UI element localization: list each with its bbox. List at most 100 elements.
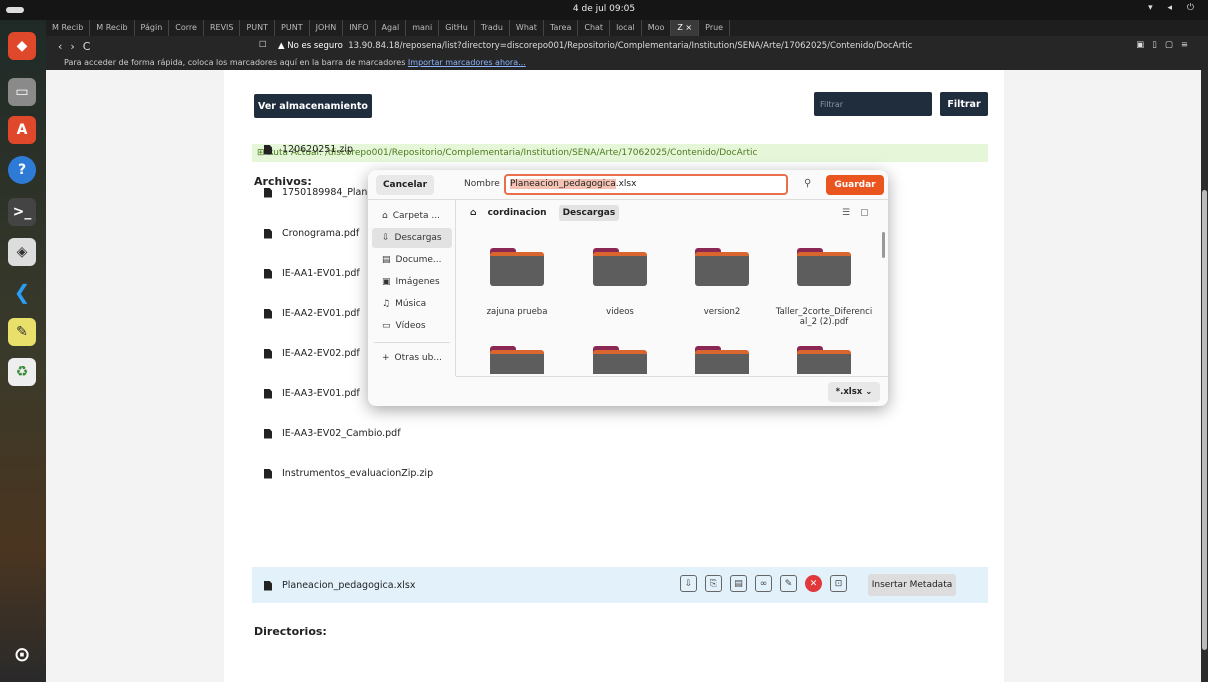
scrollbar-thumb[interactable] (1202, 190, 1207, 650)
browser-tab-strip: M Recib M Recib Págin Corre REVIS PUNT PUNT JOH… (46, 20, 1208, 36)
folder-icon[interactable] (695, 248, 749, 286)
filter-input[interactable]: Filtrar (814, 92, 932, 116)
browser-tab[interactable]: Corre (169, 20, 204, 36)
edit-icon[interactable]: ✎ (780, 575, 797, 592)
browser-tab[interactable]: GitHu (439, 20, 475, 36)
selected-file-row[interactable]: Planeacion_pedagogica.xlsx ⇩ ⎘ ▤ ∞ ✎ ✕ ⊡… (252, 567, 988, 603)
folder-icon[interactable] (593, 346, 647, 374)
filter-button[interactable]: Filtrar (940, 92, 988, 116)
file-icon (264, 428, 272, 439)
metadata-icon[interactable]: ⊡ (830, 575, 847, 592)
navigation-icons[interactable]: ‹›C (58, 40, 98, 53)
sidebar-item-other-locations[interactable]: + Otras ub... (372, 348, 452, 368)
search-icon[interactable]: ⚲ (804, 178, 811, 189)
trash-icon[interactable]: ♻ (8, 358, 36, 386)
text-editor-icon[interactable]: ✎ (8, 318, 36, 346)
file-item[interactable]: Instrumentos_evaluacionZip.zip (264, 468, 433, 479)
delete-icon[interactable]: ✕ (805, 575, 822, 592)
file-name: IE-AA2-EV02.pdf (282, 348, 360, 359)
brave-browser-icon[interactable]: ◆ (8, 32, 36, 60)
file-icon (264, 268, 272, 279)
files-icon[interactable]: ▭ (8, 78, 36, 106)
folder-icon[interactable] (695, 346, 749, 374)
bookmark-icon[interactable]: ☐ (259, 40, 267, 50)
browser-tab[interactable]: Chat (578, 20, 611, 36)
file-item[interactable]: IE-AA1-EV01.pdf (264, 268, 360, 279)
browser-tab[interactable]: Agal (376, 20, 407, 36)
browser-tab[interactable]: Moo (642, 20, 672, 36)
file-item[interactable]: 1750189984_Plan (264, 187, 367, 198)
file-item[interactable]: Planeacion_pedagogica.xlsx (264, 580, 415, 591)
vscode-icon[interactable]: ❮ (8, 278, 36, 306)
page-scrollbar[interactable] (1201, 70, 1208, 682)
name-label: Nombre (464, 179, 500, 189)
sidebar-item-carpeta[interactable]: ⌂ Carpeta ... (372, 206, 452, 226)
browser-tab[interactable]: PUNT (275, 20, 310, 36)
browser-tab[interactable]: PUNT (240, 20, 276, 36)
folder-icon[interactable] (490, 248, 544, 286)
file-item[interactable]: IE-AA3-EV01.pdf (264, 388, 360, 399)
browser-tab[interactable]: What (510, 20, 544, 36)
file-icon (264, 228, 272, 239)
view-toggle-icons[interactable]: ☰▢ (842, 208, 879, 218)
link-icon[interactable]: ∞ (755, 575, 772, 592)
cancel-button[interactable]: Cancelar (376, 175, 434, 195)
browser-tab[interactable]: M Recib (46, 20, 91, 36)
show-apps-icon[interactable]: ⊙ (8, 640, 36, 668)
filter-value: *.xlsx (835, 387, 863, 397)
folder-icon[interactable] (797, 346, 851, 374)
system-tray-icons[interactable]: ▾ ◂ ⏻ (1148, 3, 1200, 13)
browser-tab[interactable]: M Recib (90, 20, 135, 36)
browser-tab[interactable]: Tarea (544, 20, 579, 36)
terminal-icon[interactable]: >_ (8, 198, 36, 226)
breadcrumb-descargas[interactable]: Descargas (558, 205, 620, 221)
sidebar-item-imagenes[interactable]: ▣ Imágenes (372, 272, 452, 292)
sidebar-item-documentos[interactable]: ▤ Docume... (372, 250, 452, 270)
browser-tab[interactable]: JOHN (310, 20, 344, 36)
filename-selected-part: Planeacion_pedagogica (510, 179, 616, 189)
file-item[interactable]: IE-AA2-EV02.pdf (264, 348, 360, 359)
browser-tab[interactable]: local (610, 20, 642, 36)
download-icon[interactable]: ⇩ (680, 575, 697, 592)
file-item[interactable]: 120620251.zip (264, 144, 353, 155)
preview-icon[interactable]: ▤ (730, 575, 747, 592)
copy-icon[interactable]: ⎘ (705, 575, 722, 592)
insert-metadata-button[interactable]: Insertar Metadata (868, 574, 956, 596)
clock[interactable]: 4 de jul 09:05 (0, 4, 1208, 14)
sidebar-label: Otras ub... (394, 353, 442, 363)
save-button[interactable]: Guardar (826, 175, 884, 195)
file-icon (264, 144, 272, 155)
browser-tab[interactable]: mani (406, 20, 440, 36)
sidebar-label: Imágenes (395, 277, 440, 287)
file-item[interactable]: IE-AA2-EV01.pdf (264, 308, 360, 319)
browser-tab[interactable]: Prue (699, 20, 731, 36)
dialog-footer: *.xlsx ⌄ (456, 376, 888, 406)
software-center-icon[interactable]: A (8, 116, 36, 144)
filename-input[interactable]: Planeacion_pedagogica.xlsx (504, 174, 788, 195)
sidebar-item-musica[interactable]: ♫ Música (372, 294, 452, 314)
browser-tab[interactable]: Z × (671, 20, 700, 36)
file-item[interactable]: IE-AA3-EV02_Cambio.pdf (264, 428, 401, 439)
home-icon: ⌂ (382, 211, 388, 221)
import-bookmarks-link[interactable]: Importar marcadores ahora... (408, 58, 526, 67)
file-item[interactable]: Cronograma.pdf (264, 228, 359, 239)
file-icon (264, 468, 272, 479)
sidebar-item-descargas[interactable]: ⇩ Descargas (372, 228, 452, 248)
browser-tab[interactable]: REVIS (204, 20, 241, 36)
storage-button[interactable]: Ver almacenamiento (254, 94, 372, 118)
help-icon[interactable]: ? (8, 156, 36, 184)
browser-tab[interactable]: INFO (343, 20, 376, 36)
dialog-scrollbar[interactable] (882, 232, 885, 258)
browser-tab[interactable]: Págin (135, 20, 170, 36)
file-icon[interactable] (797, 248, 851, 286)
browser-tab[interactable]: Tradu (475, 20, 510, 36)
folder-icon[interactable] (593, 248, 647, 286)
sidebar-item-videos[interactable]: ▭ Vídeos (372, 316, 452, 336)
folder-icon[interactable] (490, 346, 544, 374)
url-field[interactable]: ▲ No es seguro 13.90.84.18/reposena/list… (278, 41, 912, 51)
toolbar-right-icons[interactable]: ▣▯▢≡ (1136, 40, 1196, 50)
app-icon[interactable]: ◈ (8, 238, 36, 266)
file-type-filter[interactable]: *.xlsx ⌄ (828, 382, 880, 402)
folder-body (797, 252, 851, 286)
breadcrumb-cordinacion[interactable]: ⌂ cordinacion (462, 205, 555, 221)
